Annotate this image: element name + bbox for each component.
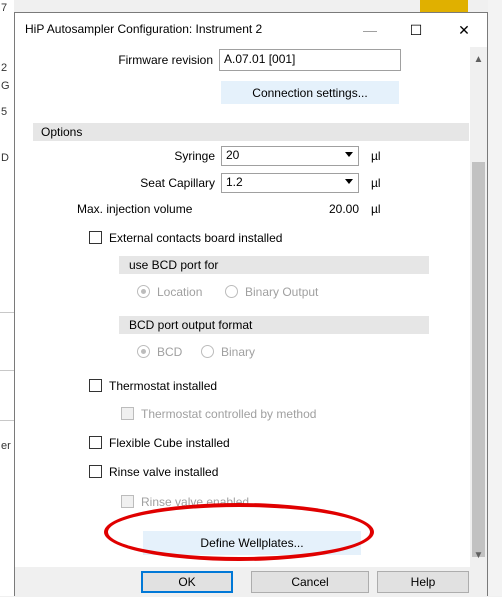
ok-button[interactable]: OK xyxy=(141,571,233,593)
max-injection-unit: µl xyxy=(371,202,381,216)
binary-radio[interactable] xyxy=(201,345,214,358)
flexible-cube-label: Flexible Cube installed xyxy=(109,436,230,450)
bcd-format-header-label: BCD port output format xyxy=(129,318,253,332)
location-radio[interactable] xyxy=(137,285,150,298)
options-header: Options xyxy=(33,123,469,141)
scroll-down-icon[interactable]: ▼ xyxy=(470,547,487,563)
background-char: 7 xyxy=(1,2,8,14)
minimize-button[interactable]: — xyxy=(347,13,393,47)
scroll-up-icon[interactable]: ▲ xyxy=(470,51,487,67)
rinse-enabled-label: Rinse valve enabled xyxy=(141,495,250,509)
help-button[interactable]: Help xyxy=(377,571,469,593)
rinse-valve-label: Rinse valve installed xyxy=(109,465,219,479)
title-bar: HiP Autosampler Configuration: Instrumen… xyxy=(15,13,487,47)
firmware-field: A.07.01 [001] xyxy=(219,49,401,71)
syringe-label: Syringe xyxy=(174,149,215,163)
flexible-cube-checkbox[interactable] xyxy=(89,436,102,449)
rinse-enabled-checkbox[interactable] xyxy=(121,495,134,508)
background-divider xyxy=(0,312,14,313)
dialog-footer: OK Cancel Help xyxy=(15,567,487,597)
scrollbar-thumb[interactable] xyxy=(472,162,485,557)
define-wellplates-button[interactable]: Define Wellplates... xyxy=(143,531,361,555)
vertical-scrollbar[interactable]: ▲ ▼ xyxy=(470,47,487,567)
chevron-down-icon xyxy=(345,152,353,157)
thermostat-label: Thermostat installed xyxy=(109,379,218,393)
background-divider xyxy=(0,420,14,421)
seat-capillary-label: Seat Capillary xyxy=(140,176,215,190)
chevron-down-icon xyxy=(345,179,353,184)
cancel-button[interactable]: Cancel xyxy=(251,571,369,593)
syringe-value: 20 xyxy=(226,148,240,162)
bcd-radio[interactable] xyxy=(137,345,150,358)
max-injection-value: 20.00 xyxy=(328,202,359,216)
syringe-unit: µl xyxy=(371,149,381,163)
background-char: G xyxy=(1,80,10,92)
bcd-port-header-label: use BCD port for xyxy=(129,258,219,272)
background-char: er xyxy=(1,440,11,452)
dialog-content: Firmware revision A.07.01 [001] Connecti… xyxy=(15,47,487,567)
seat-capillary-unit: µl xyxy=(371,176,381,190)
thermostat-checkbox[interactable] xyxy=(89,379,102,392)
background-char: D xyxy=(1,152,9,164)
binary-label: Binary xyxy=(221,345,256,359)
max-injection-label: Max. injection volume xyxy=(77,202,193,216)
rinse-valve-checkbox[interactable] xyxy=(89,465,102,478)
thermostat-method-checkbox[interactable] xyxy=(121,407,134,420)
window-title: HiP Autosampler Configuration: Instrumen… xyxy=(25,22,263,36)
bcd-label: BCD xyxy=(157,345,183,359)
connection-settings-button[interactable]: Connection settings... xyxy=(221,81,399,104)
background-divider xyxy=(0,370,14,371)
maximize-button[interactable]: ☐ xyxy=(393,13,439,47)
external-contacts-label: External contacts board installed xyxy=(109,231,283,245)
syringe-dropdown[interactable]: 20 xyxy=(221,146,359,166)
bcd-port-header: use BCD port for xyxy=(119,256,429,274)
seat-capillary-dropdown[interactable]: 1.2 xyxy=(221,173,359,193)
location-label: Location xyxy=(157,285,203,299)
seat-capillary-value: 1.2 xyxy=(226,175,243,189)
thermostat-method-label: Thermostat controlled by method xyxy=(141,407,317,421)
background-app-right xyxy=(488,0,502,596)
firmware-label: Firmware revision xyxy=(118,53,213,67)
bcd-format-header: BCD port output format xyxy=(119,316,429,334)
binary-output-label: Binary Output xyxy=(245,285,319,299)
background-char: 2 xyxy=(1,62,8,74)
config-dialog: HiP Autosampler Configuration: Instrumen… xyxy=(14,12,488,597)
close-button[interactable]: ✕ xyxy=(441,13,487,47)
binary-output-radio[interactable] xyxy=(225,285,238,298)
options-header-label: Options xyxy=(41,125,83,139)
background-char: 5 xyxy=(1,106,8,118)
external-contacts-checkbox[interactable] xyxy=(89,231,102,244)
